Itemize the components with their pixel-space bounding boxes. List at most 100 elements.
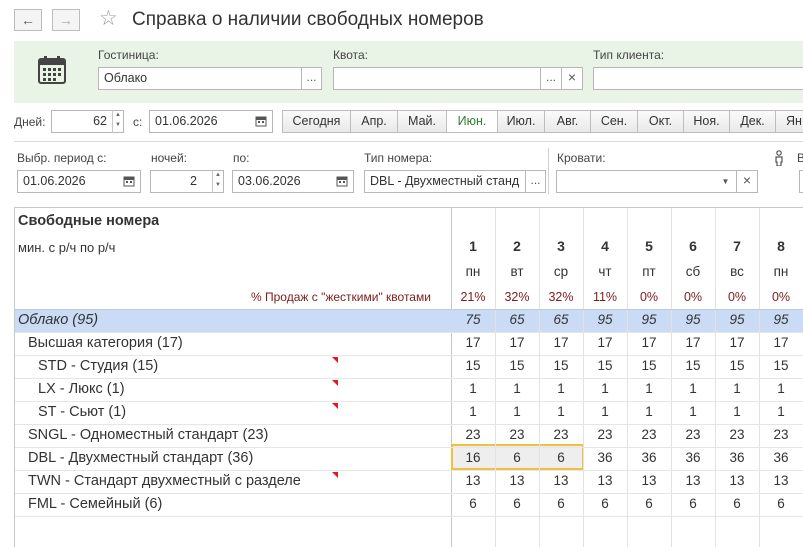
availability-cell[interactable]: 15 (583, 358, 627, 373)
availability-cell[interactable]: 95 (671, 312, 715, 327)
beds-clear-button[interactable]: × (736, 170, 758, 193)
availability-cell[interactable]: 6 (671, 496, 715, 511)
availability-cell[interactable]: 1 (583, 404, 627, 419)
availability-cell[interactable]: 6 (627, 496, 671, 511)
availability-cell[interactable]: 6 (539, 496, 583, 511)
row-label[interactable]: SNGL - Одноместный стандарт (23) (28, 427, 335, 443)
availability-cell[interactable]: 36 (759, 450, 803, 465)
month-oct-button[interactable]: Окт. (637, 110, 684, 133)
month-jul-button[interactable]: Июл. (497, 110, 545, 133)
availability-cell[interactable]: 1 (715, 404, 759, 419)
row-label[interactable]: TWN - Стандарт двухместный с разделе (28, 473, 335, 489)
spin-up-icon[interactable]: ▲ (213, 170, 223, 180)
availability-cell[interactable]: 15 (759, 358, 803, 373)
availability-cell[interactable]: 17 (495, 335, 539, 350)
spin-down-icon[interactable]: ▼ (113, 120, 123, 130)
room-type-field[interactable]: DBL - Двухместный станд (364, 170, 526, 193)
availability-cell[interactable]: 23 (451, 427, 495, 442)
favorite-star-icon[interactable]: ☆ (99, 8, 118, 30)
row-label[interactable]: FML - Семейный (6) (28, 496, 335, 512)
back-button[interactable]: ← (14, 9, 42, 31)
row-label[interactable]: STD - Студия (15) (38, 358, 335, 374)
availability-cell[interactable]: 6 (451, 496, 495, 511)
availability-cell[interactable]: 65 (539, 312, 583, 327)
availability-cell[interactable]: 6 (583, 496, 627, 511)
availability-cell[interactable]: 1 (759, 404, 803, 419)
availability-cell[interactable]: 36 (583, 450, 627, 465)
quota-field[interactable] (333, 67, 541, 90)
availability-cell[interactable]: 23 (671, 427, 715, 442)
month-may-button[interactable]: Май. (397, 110, 447, 133)
availability-cell[interactable]: 95 (759, 312, 803, 327)
availability-cell[interactable]: 1 (539, 381, 583, 396)
availability-cell[interactable]: 23 (627, 427, 671, 442)
availability-cell[interactable]: 17 (539, 335, 583, 350)
availability-cell[interactable]: 17 (671, 335, 715, 350)
client-type-field[interactable] (593, 67, 803, 90)
hotel-select-button[interactable]: ... (301, 67, 322, 90)
month-jan-button[interactable]: Ян (775, 110, 803, 133)
availability-cell[interactable]: 1 (627, 404, 671, 419)
beds-field[interactable] (556, 170, 737, 193)
availability-cell[interactable]: 13 (759, 473, 803, 488)
row-label[interactable]: Облако (95) (18, 312, 335, 328)
availability-cell[interactable]: 6 (495, 496, 539, 511)
availability-cell[interactable]: 95 (627, 312, 671, 327)
availability-cell[interactable]: 17 (715, 335, 759, 350)
availability-cell[interactable]: 15 (715, 358, 759, 373)
row-label[interactable]: DBL - Двухместный стандарт (36) (28, 450, 335, 466)
availability-cell[interactable]: 6 (759, 496, 803, 511)
availability-cell[interactable]: 36 (715, 450, 759, 465)
availability-cell[interactable]: 16 (451, 450, 495, 465)
availability-cell[interactable]: 13 (451, 473, 495, 488)
availability-cell[interactable]: 17 (627, 335, 671, 350)
availability-cell[interactable]: 15 (627, 358, 671, 373)
availability-cell[interactable]: 13 (495, 473, 539, 488)
availability-cell[interactable]: 1 (451, 404, 495, 419)
availability-cell[interactable]: 6 (539, 450, 583, 465)
availability-cell[interactable]: 13 (583, 473, 627, 488)
month-dec-button[interactable]: Дек. (729, 110, 776, 133)
quota-select-button[interactable]: ... (540, 67, 562, 90)
availability-cell[interactable]: 17 (451, 335, 495, 350)
month-sep-button[interactable]: Сен. (590, 110, 638, 133)
availability-cell[interactable]: 13 (539, 473, 583, 488)
month-jun-button[interactable]: Июн. (446, 110, 498, 133)
row-label[interactable]: ST - Сьют (1) (38, 404, 335, 420)
availability-cell[interactable]: 6 (715, 496, 759, 511)
availability-cell[interactable]: 23 (495, 427, 539, 442)
availability-cell[interactable]: 23 (715, 427, 759, 442)
days-spinner[interactable]: ▲ ▼ (112, 110, 123, 133)
hotel-field[interactable]: Облако (98, 67, 302, 90)
availability-cell[interactable]: 1 (627, 381, 671, 396)
availability-cell[interactable]: 1 (583, 381, 627, 396)
availability-cell[interactable]: 13 (671, 473, 715, 488)
room-type-select-button[interactable]: ... (525, 170, 546, 193)
availability-cell[interactable]: 15 (495, 358, 539, 373)
from-date-calendar-icon[interactable] (255, 115, 267, 127)
availability-cell[interactable]: 1 (715, 381, 759, 396)
availability-cell[interactable]: 6 (495, 450, 539, 465)
availability-cell[interactable]: 95 (583, 312, 627, 327)
spin-down-icon[interactable]: ▼ (213, 180, 223, 190)
nights-spinner[interactable]: ▲ ▼ (212, 170, 223, 193)
row-label[interactable]: Высшая категория (17) (28, 335, 335, 351)
row-label[interactable]: LX - Люкс (1) (38, 381, 335, 397)
availability-cell[interactable]: 1 (671, 404, 715, 419)
availability-cell[interactable]: 36 (671, 450, 715, 465)
availability-cell[interactable]: 1 (759, 381, 803, 396)
availability-cell[interactable]: 95 (715, 312, 759, 327)
month-nov-button[interactable]: Ноя. (683, 110, 730, 133)
availability-cell[interactable]: 17 (759, 335, 803, 350)
availability-cell[interactable]: 1 (495, 381, 539, 396)
availability-cell[interactable]: 23 (583, 427, 627, 442)
month-apr-button[interactable]: Апр. (350, 110, 398, 133)
period-from-calendar-icon[interactable] (123, 175, 135, 187)
extra-field[interactable] (799, 170, 803, 193)
availability-cell[interactable]: 1 (539, 404, 583, 419)
availability-cell[interactable]: 36 (627, 450, 671, 465)
availability-cell[interactable]: 1 (495, 404, 539, 419)
beds-dropdown-button[interactable]: ▼ (715, 170, 737, 193)
spin-up-icon[interactable]: ▲ (113, 110, 123, 120)
today-button[interactable]: Сегодня (282, 110, 351, 133)
